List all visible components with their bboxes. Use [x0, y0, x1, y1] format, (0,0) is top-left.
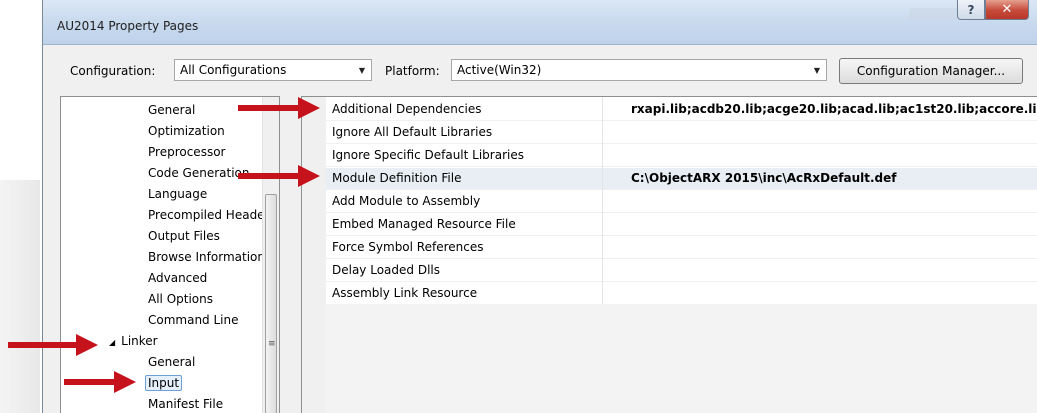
property-row-module-definition-file[interactable]: Module Definition File C:\ObjectARX 2015…	[326, 168, 1037, 190]
tree-item-input[interactable]: Input	[145, 375, 183, 392]
chevron-down-icon: ▼	[358, 65, 366, 75]
property-row-ignore-specific-default-libraries[interactable]: Ignore Specific Default Libraries	[326, 145, 1037, 167]
property-grid: Additional Dependencies rxapi.lib;acdb20…	[301, 96, 1037, 413]
property-row-delay-loaded-dlls[interactable]: Delay Loaded Dlls	[326, 260, 1037, 282]
grid-empty-area	[326, 304, 1037, 413]
property-name: Additional Dependencies	[332, 102, 482, 116]
property-name: Force Symbol References	[332, 240, 484, 254]
expanded-triangle-icon[interactable]: ◢	[109, 338, 115, 347]
settings-tree: General Optimization Preprocessor Code G…	[60, 96, 280, 413]
property-name: Ignore All Default Libraries	[332, 125, 493, 139]
tree-scrollbar[interactable]: ≡	[262, 97, 279, 413]
configuration-dropdown[interactable]: All Configurations ▼	[174, 59, 372, 81]
tree-item-general[interactable]: General	[148, 102, 195, 119]
close-button[interactable]: ✕	[985, 0, 1029, 20]
platform-label: Platform:	[385, 64, 440, 78]
tree-item-browse-information[interactable]: Browse Information	[148, 249, 265, 266]
configuration-value: All Configurations	[180, 63, 287, 77]
tree-item-preprocessor[interactable]: Preprocessor	[148, 144, 225, 161]
grid-gutter	[302, 97, 326, 413]
tree-item-label: Language	[148, 187, 208, 201]
grip-icon: ≡	[268, 339, 276, 349]
platform-value: Active(Win32)	[457, 63, 542, 77]
property-name: Assembly Link Resource	[332, 286, 478, 300]
scrollbar-thumb[interactable]: ≡	[265, 194, 277, 413]
tree-item-label: Input	[145, 375, 183, 391]
annotation-arrow-input	[64, 371, 136, 393]
chevron-down-icon: ▼	[813, 65, 821, 75]
background-shade	[0, 180, 40, 413]
title-buttons: ? ✕	[957, 0, 1029, 22]
tree-item-all-options[interactable]: All Options	[148, 291, 213, 308]
tree-item-label: All Options	[148, 292, 213, 306]
platform-dropdown[interactable]: Active(Win32) ▼	[451, 59, 827, 81]
property-row-ignore-all-default-libraries[interactable]: Ignore All Default Libraries	[326, 122, 1037, 144]
window-title: AU2014 Property Pages	[57, 19, 199, 33]
property-name: Ignore Specific Default Libraries	[332, 148, 524, 162]
tree-item-output-files[interactable]: Output Files	[148, 228, 220, 245]
property-row-embed-managed-resource-file[interactable]: Embed Managed Resource File	[326, 214, 1037, 236]
tree-item-language[interactable]: Language	[148, 186, 207, 203]
column-divider[interactable]	[602, 97, 603, 304]
tree-item-command-line[interactable]: Command Line	[148, 312, 239, 329]
property-name: Module Definition File	[332, 171, 462, 185]
title-bar[interactable]: AU2014 Property Pages ? ✕	[43, 0, 1037, 45]
tree-item-manifest-file[interactable]: Manifest File	[148, 396, 223, 413]
property-row-assembly-link-resource[interactable]: Assembly Link Resource	[326, 283, 1037, 305]
annotation-arrow-module-definition-file	[238, 165, 320, 187]
tree-item-advanced[interactable]: Advanced	[148, 270, 207, 287]
tree-item-label: Browse Information	[148, 250, 265, 264]
tree-item-linker[interactable]: ◢ Linker	[109, 333, 158, 350]
tree-item-linker-general[interactable]: General	[148, 354, 195, 371]
tree-item-label: Linker	[121, 334, 158, 348]
help-icon: ?	[967, 2, 975, 17]
tree-item-optimization[interactable]: Optimization	[148, 123, 225, 140]
tree-item-label: Advanced	[148, 271, 208, 285]
tree-item-label: Command Line	[148, 313, 239, 327]
property-pages-window: AU2014 Property Pages ? ✕ Configuration:…	[42, 0, 1037, 413]
property-row-additional-dependencies[interactable]: Additional Dependencies rxapi.lib;acdb20…	[326, 99, 1037, 121]
configuration-manager-button[interactable]: Configuration Manager...	[839, 58, 1023, 84]
property-name: Add Module to Assembly	[332, 194, 481, 208]
property-name: Embed Managed Resource File	[332, 217, 516, 231]
annotation-arrow-linker	[8, 334, 98, 356]
tree-item-label: General	[148, 103, 196, 117]
tree-item-label: Code Generation	[148, 166, 250, 180]
configuration-bar: Configuration: All Configurations ▼ Plat…	[43, 55, 1037, 87]
annotation-arrow-additional-dependencies	[238, 97, 320, 119]
close-icon: ✕	[1001, 2, 1013, 17]
tree-item-label: General	[148, 355, 196, 369]
configuration-label: Configuration:	[70, 64, 156, 78]
property-value[interactable]: C:\ObjectARX 2015\inc\AcRxDefault.def	[631, 171, 1037, 185]
tree-item-precompiled-header[interactable]: Precompiled Header	[148, 207, 270, 224]
tree-item-label: Output Files	[148, 229, 220, 243]
property-row-force-symbol-references[interactable]: Force Symbol References	[326, 237, 1037, 259]
tree-item-label: Optimization	[148, 124, 225, 138]
tree-item-code-generation[interactable]: Code Generation	[148, 165, 249, 182]
property-value[interactable]: rxapi.lib;acdb20.lib;acge20.lib;acad.lib…	[631, 102, 1037, 116]
property-name: Delay Loaded Dlls	[332, 263, 440, 277]
tree-item-label: Precompiled Header	[148, 208, 270, 222]
tree-item-label: Manifest File	[148, 397, 224, 411]
tree-item-label: Preprocessor	[148, 145, 226, 159]
help-button[interactable]: ?	[957, 0, 985, 20]
property-row-add-module-to-assembly[interactable]: Add Module to Assembly	[326, 191, 1037, 213]
